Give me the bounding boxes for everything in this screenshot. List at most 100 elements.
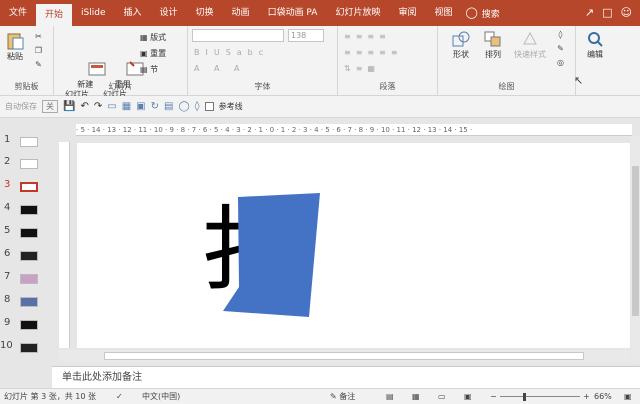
font-format-buttons[interactable]: BIUSabc <box>194 48 269 57</box>
horizontal-scrollbar[interactable] <box>58 350 630 362</box>
group-clipboard: 粘贴 ✂ ❐ ✎ 剪贴板 <box>0 26 54 96</box>
thumbnail-2[interactable]: 2 <box>0 154 52 174</box>
find-icon <box>585 30 605 48</box>
slide-thumbnail-pane: 1 2 3 4 5 6 7 8 9 10 <box>0 118 52 366</box>
save-icon[interactable]: 💾 <box>63 101 75 112</box>
zoom-slider[interactable] <box>500 396 580 397</box>
slideshow-icon[interactable]: ▣ <box>464 389 472 404</box>
tab-insert[interactable]: 插入 <box>115 0 151 26</box>
vertical-scroll-thumb[interactable] <box>632 166 639 316</box>
tab-animations[interactable]: 动画 <box>223 0 259 26</box>
fit-slide-icon[interactable]: ▣ <box>624 389 632 404</box>
cut-icon[interactable]: ✂ <box>34 32 43 41</box>
font-size-box[interactable]: 138 <box>288 29 324 42</box>
comment-icon[interactable]: □ <box>602 0 612 26</box>
notes-toggle[interactable]: ✎ 备注 <box>330 389 355 404</box>
thumbnail-4[interactable]: 4 <box>0 200 52 220</box>
group-label-clipboard: 剪贴板 <box>14 82 39 91</box>
font-color-buttons[interactable]: A A A <box>194 64 246 73</box>
slide-shape-layer <box>223 193 320 317</box>
blue-quadrilateral-shape[interactable] <box>223 193 320 317</box>
notes-pane[interactable]: 单击此处添加备注 <box>52 366 640 388</box>
reuse-slides-icon <box>105 50 144 76</box>
tab-view[interactable]: 视图 <box>425 0 461 26</box>
horizontal-ruler: · 5 · 14 · 13 · 12 · 11 · 10 · 9 · 8 · 7… <box>76 124 632 136</box>
transparency-icon[interactable]: ◊ <box>195 101 200 112</box>
tab-review[interactable]: 审阅 <box>389 0 425 26</box>
group-label-font: 字体 <box>254 82 271 91</box>
list-buttons[interactable]: ≡≡≡≡ <box>344 32 391 41</box>
quick-styles-button[interactable]: 快速样式 <box>510 30 550 60</box>
share-icon[interactable]: ↗ <box>585 0 594 26</box>
zoom-out-icon[interactable]: − <box>490 389 497 404</box>
rotate-icon[interactable]: ↻ <box>151 101 159 112</box>
copy-icon[interactable]: ❐ <box>34 46 43 55</box>
redo-icon[interactable]: ↷ <box>94 101 102 112</box>
section-icon: ▤ <box>140 65 148 74</box>
paste-icon <box>5 32 25 50</box>
quick-styles-icon <box>520 30 540 48</box>
tell-me-search[interactable]: ◯ 搜索 <box>461 0 499 26</box>
autosave-toggle[interactable]: 关 <box>42 100 58 113</box>
zoom-slider-thumb[interactable] <box>523 393 526 401</box>
edit-button[interactable]: 编辑 <box>582 30 608 60</box>
align-icon[interactable]: ▦ <box>122 101 131 112</box>
new-slide-icon <box>67 50 106 76</box>
guides-label: 参考线 <box>218 102 243 111</box>
outline-icon[interactable]: ✎ <box>556 44 565 53</box>
group-drawing: 形状 排列 快速样式 ◊ ✎ ◎ 绘图 <box>438 26 576 96</box>
tab-home[interactable]: 开始 <box>36 4 73 26</box>
format-painter-icon[interactable]: ✎ <box>34 60 43 69</box>
spellcheck-icon[interactable]: ✓ <box>116 389 123 404</box>
merge-shapes-icon[interactable]: ◯ <box>178 101 189 112</box>
thumbnail-3-current[interactable]: 3 <box>0 177 52 197</box>
undo-icon[interactable]: ↶ <box>80 101 88 112</box>
thumbnail-5[interactable]: 5 <box>0 223 52 243</box>
feedback-smiley-icon[interactable]: ☺ <box>621 0 632 26</box>
thumbnail-8[interactable]: 8 <box>0 292 52 312</box>
reset-button[interactable]: ▣ 重置 <box>140 48 166 59</box>
vertical-ruler <box>59 142 70 348</box>
thumbnail-1[interactable]: 1 <box>0 132 52 152</box>
slide-count-status: 幻灯片 第 3 张，共 10 张 <box>4 392 96 401</box>
effects-icon[interactable]: ◎ <box>556 58 565 67</box>
paste-button[interactable]: 粘贴 <box>2 32 28 62</box>
zoom-in-icon[interactable]: + <box>583 389 590 404</box>
slide-sorter-icon[interactable]: ▦ <box>412 389 420 404</box>
tab-islide[interactable]: iSlide <box>72 0 114 26</box>
language-status[interactable]: 中文(中国) <box>142 389 180 404</box>
fill-icon[interactable]: ◊ <box>556 30 565 39</box>
distribute-icon[interactable]: ▤ <box>164 101 173 112</box>
tab-design[interactable]: 设计 <box>151 0 187 26</box>
tab-file[interactable]: 文件 <box>0 0 36 26</box>
thumbnail-6[interactable]: 6 <box>0 246 52 266</box>
guides-checkbox[interactable] <box>204 102 214 111</box>
section-button[interactable]: ▤ 节 <box>140 64 158 75</box>
horizontal-scroll-thumb[interactable] <box>104 352 584 360</box>
group-icon[interactable]: ▣ <box>136 101 145 112</box>
quick-access-toolbar: 自动保存 关 💾 ↶ ↷ ▭ ▦ ▣ ↻ ▤ ◯ ◊ 参考线 <box>0 96 640 118</box>
reset-icon: ▣ <box>140 49 148 58</box>
slide-canvas[interactable]: 扌 <box>77 143 630 348</box>
group-slides: 新建 幻灯片 重用 幻灯片 ▦ 版式 ▣ 重置 ▤ 节 幻灯片 <box>54 26 188 99</box>
reading-view-icon[interactable]: ▭ <box>438 389 446 404</box>
tab-transitions[interactable]: 切换 <box>187 0 223 26</box>
shape-insert-icon[interactable]: ▭ <box>107 101 116 112</box>
layout-button[interactable]: ▦ 版式 <box>140 32 166 43</box>
zoom-level[interactable]: 66% <box>594 389 612 404</box>
thumbnail-7[interactable]: 7 <box>0 269 52 289</box>
autosave-label: 自动保存 <box>5 102 37 111</box>
font-family-box[interactable] <box>192 29 284 42</box>
thumbnail-9[interactable]: 9 <box>0 315 52 335</box>
align-buttons[interactable]: ≡≡≡≡≡ <box>344 48 403 57</box>
shape-button[interactable]: 形状 <box>446 30 476 60</box>
status-bar: 幻灯片 第 3 张，共 10 张 ✓ 中文(中国) ✎ 备注 ▤ ▦ ▭ ▣ −… <box>0 388 640 404</box>
normal-view-icon[interactable]: ▤ <box>386 389 394 404</box>
tab-pocket-animation[interactable]: 口袋动画 PA <box>259 0 327 26</box>
vertical-scrollbar[interactable] <box>631 136 640 364</box>
tab-slideshow[interactable]: 幻灯片放映 <box>326 0 389 26</box>
direction-buttons[interactable]: ⇅≡▦ <box>344 64 380 73</box>
mouse-cursor-icon: ↖ <box>574 74 584 87</box>
thumbnail-10[interactable]: 10 <box>0 338 52 358</box>
arrange-button[interactable]: 排列 <box>478 30 508 60</box>
